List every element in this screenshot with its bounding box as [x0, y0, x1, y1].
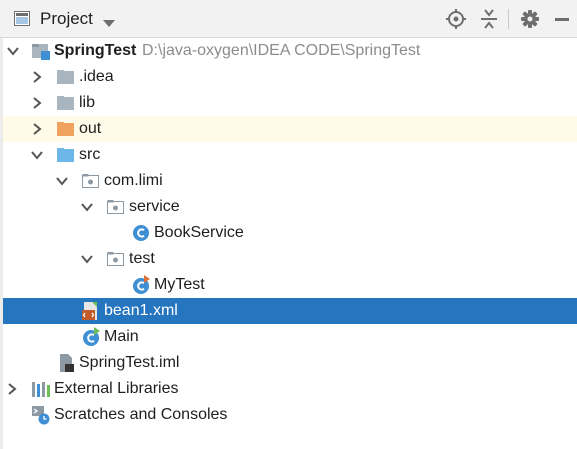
tree-row-out[interactable]: out	[3, 116, 577, 142]
xml-file-icon	[81, 301, 101, 321]
package-icon	[106, 197, 126, 217]
project-view-icon	[14, 11, 30, 26]
chevron-right-icon[interactable]	[31, 123, 43, 135]
library-icon	[31, 379, 51, 399]
tree-row-bean-xml[interactable]: bean1.xml	[3, 298, 577, 324]
tree-label: Scratches and Consoles	[54, 406, 228, 423]
tree-row-external-libraries[interactable]: External Libraries	[3, 376, 577, 402]
runnable-class-icon	[131, 275, 151, 295]
chevron-right-icon[interactable]	[31, 71, 43, 83]
chevron-right-icon[interactable]	[6, 383, 18, 395]
chevron-down-icon[interactable]	[7, 45, 19, 57]
tree-label: BookService	[154, 224, 244, 241]
folder-icon	[56, 67, 76, 87]
tree-row-main[interactable]: Main	[3, 324, 577, 350]
chevron-down-icon[interactable]	[81, 253, 93, 265]
class-icon	[131, 223, 151, 243]
chevron-down-icon[interactable]	[103, 15, 115, 27]
tree-label: .idea	[79, 68, 114, 85]
folder-icon	[56, 93, 76, 113]
source-folder-icon	[56, 145, 76, 165]
runnable-class-icon	[81, 327, 101, 347]
tree-label: bean1.xml	[104, 302, 178, 319]
project-panel-header: Project	[0, 0, 577, 38]
tree-label: out	[79, 120, 102, 137]
collapse-all-icon[interactable]	[478, 8, 500, 30]
package-icon	[81, 171, 101, 191]
module-file-icon	[56, 353, 76, 373]
tree-row-root[interactable]: SpringTest D:\java-oxygen\IDEA CODE\Spri…	[3, 38, 577, 64]
toolbar-divider	[508, 9, 509, 29]
tree-label: com.limi	[104, 172, 163, 189]
tree-label: SpringTest.iml	[79, 354, 180, 371]
module-folder-icon	[31, 41, 51, 61]
tree-label: Main	[104, 328, 139, 345]
panel-title[interactable]: Project	[40, 9, 93, 29]
tree-label: src	[79, 146, 101, 163]
tree-row-src[interactable]: src	[3, 142, 577, 168]
tree-label: External Libraries	[54, 380, 179, 397]
excluded-folder-icon	[56, 119, 76, 139]
tree-row-package[interactable]: com.limi	[3, 168, 577, 194]
tree-label: test	[129, 250, 155, 267]
tree-row-service[interactable]: service	[3, 194, 577, 220]
minimize-icon[interactable]	[551, 8, 573, 30]
root-project-name: SpringTest	[54, 42, 137, 59]
tree-row-lib[interactable]: lib	[3, 90, 577, 116]
tree-row-mytest[interactable]: MyTest	[3, 272, 577, 298]
scratches-icon	[31, 405, 51, 425]
tree-row-idea[interactable]: .idea	[3, 64, 577, 90]
chevron-down-icon[interactable]	[81, 201, 93, 213]
tree-row-test[interactable]: test	[3, 246, 577, 272]
root-project-path: D:\java-oxygen\IDEA CODE\SpringTest	[142, 42, 421, 59]
chevron-down-icon[interactable]	[56, 175, 68, 187]
tree-label: MyTest	[154, 276, 205, 293]
tree-label: lib	[79, 94, 96, 111]
crosshair-icon[interactable]	[445, 8, 467, 30]
chevron-down-icon[interactable]	[31, 149, 43, 161]
tree-label: service	[129, 198, 180, 215]
tree-row-iml[interactable]: SpringTest.iml	[3, 350, 577, 376]
gear-icon[interactable]	[519, 8, 541, 30]
package-icon	[106, 249, 126, 269]
tree-row-scratches[interactable]: Scratches and Consoles	[3, 402, 577, 428]
tree-row-bookservice[interactable]: BookService	[3, 220, 577, 246]
chevron-right-icon[interactable]	[31, 97, 43, 109]
